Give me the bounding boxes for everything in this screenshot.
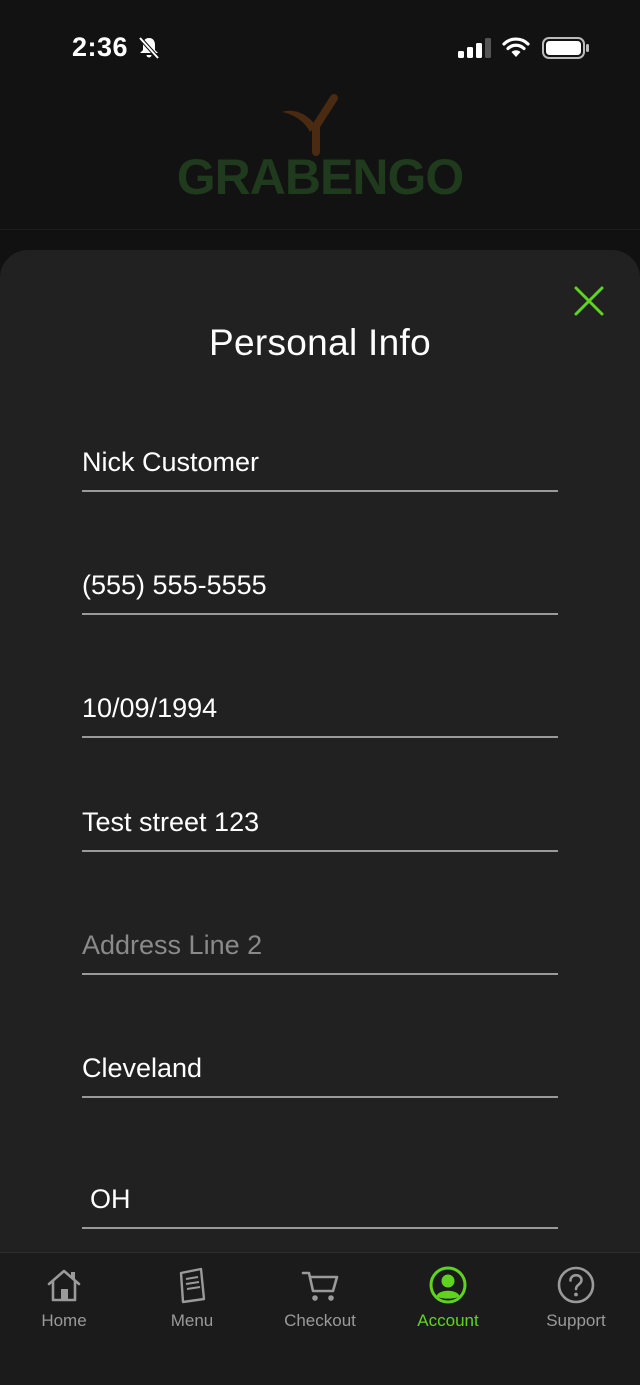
address-line-1-field[interactable]: Test street 123: [82, 800, 558, 852]
tab-checkout[interactable]: Checkout: [256, 1253, 384, 1353]
signal-icon: [458, 38, 491, 58]
tab-bar: Home Menu Checkout Account Support: [0, 1252, 640, 1385]
state-field[interactable]: OH: [82, 1177, 558, 1229]
birth-date-value: 10/09/1994: [82, 693, 218, 723]
tab-menu-label: Menu: [170, 1311, 214, 1330]
tab-account[interactable]: Account: [384, 1253, 512, 1353]
phone-value: (555) 555-5555: [82, 570, 267, 600]
bell-slash-icon: [138, 36, 160, 60]
logo-text: GRABENGO: [176, 149, 464, 205]
help-icon: [557, 1266, 595, 1304]
close-button[interactable]: [570, 282, 608, 320]
tab-support-label: Support: [546, 1311, 606, 1330]
address-line-2-field[interactable]: Address Line 2: [82, 923, 558, 975]
wifi-icon: [502, 37, 530, 57]
address-line-1-value: Test street 123: [82, 807, 260, 837]
birth-date-field[interactable]: 10/09/1994: [82, 686, 558, 738]
sheet-title: Personal Info: [209, 322, 431, 363]
tab-home[interactable]: Home: [0, 1253, 128, 1353]
city-value: Cleveland: [82, 1053, 203, 1083]
tab-account-label: Account: [417, 1311, 479, 1330]
state-value: OH: [90, 1184, 131, 1214]
full-name-value: Nick Customer: [82, 447, 260, 477]
cart-icon: [301, 1271, 339, 1301]
home-icon: [47, 1269, 81, 1302]
status-bar: 2:36: [0, 0, 640, 96]
close-icon: [574, 286, 604, 316]
tab-home-label: Home: [41, 1311, 87, 1330]
account-icon: [429, 1266, 467, 1304]
status-time: 2:36: [72, 32, 129, 62]
tab-checkout-label: Checkout: [284, 1311, 356, 1330]
address-line-2-placeholder: Address Line 2: [82, 930, 263, 960]
city-field[interactable]: Cleveland: [82, 1046, 558, 1098]
tab-menu[interactable]: Menu: [128, 1253, 256, 1353]
screen: GRABENGO 2:36 Personal Info Nick Custome…: [0, 0, 640, 1385]
tab-support[interactable]: Support: [512, 1253, 640, 1353]
menu-icon: [179, 1267, 206, 1304]
battery-icon: [542, 37, 589, 59]
personal-info-sheet: Personal Info Nick Customer (555) 555-55…: [0, 250, 640, 1253]
full-name-field[interactable]: Nick Customer: [82, 440, 558, 492]
phone-field[interactable]: (555) 555-5555: [82, 563, 558, 615]
